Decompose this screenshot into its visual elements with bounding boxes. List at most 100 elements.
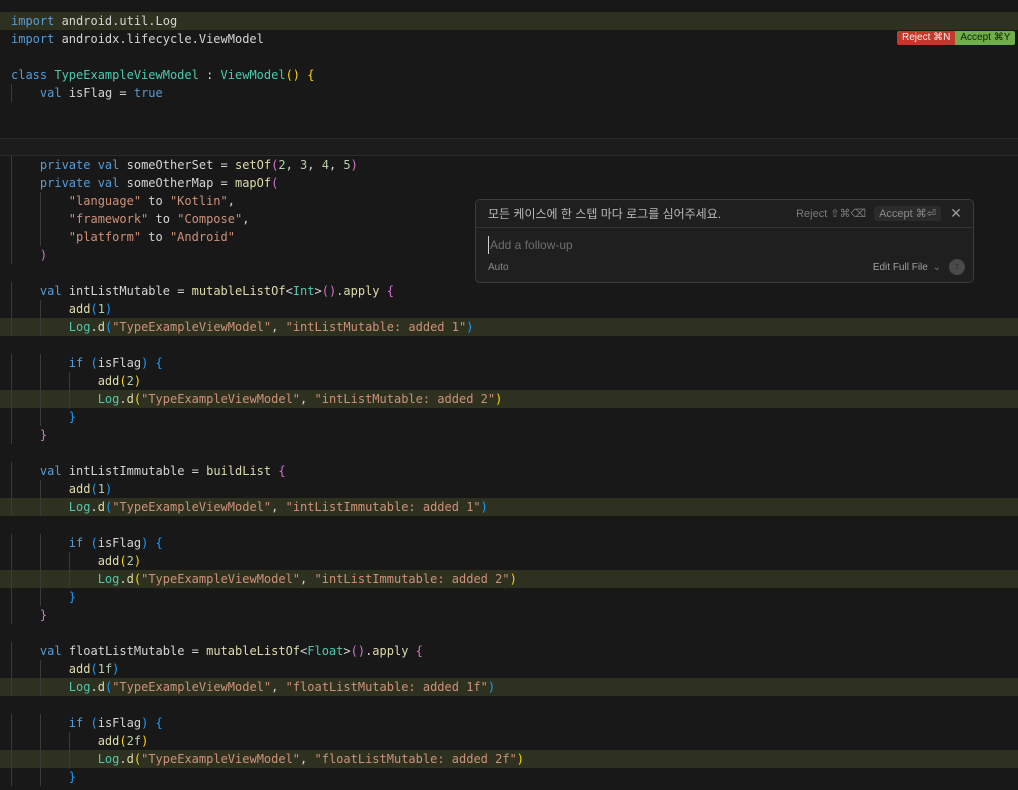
edit-scope-dropdown[interactable]: Edit Full File ⌄ [873, 262, 941, 273]
code-token: intListImmutable = [61, 464, 207, 478]
indent-guide [11, 408, 12, 426]
code-token: ( [90, 302, 98, 316]
indent-guide [11, 480, 12, 498]
code-token: ) [466, 320, 474, 334]
code-token: floatListMutable = [61, 644, 207, 658]
indent-guide [39, 228, 41, 246]
code-token: { [307, 68, 315, 82]
indent-guide [68, 732, 70, 750]
code-line: add(1) [0, 480, 1018, 498]
code-token: ) [133, 374, 142, 388]
code-token: "Compose" [177, 212, 243, 226]
mode-selector[interactable]: Auto [488, 262, 873, 273]
indent-guide [11, 228, 12, 246]
code-editor[interactable]: import android.util.Log import androidx.l… [0, 12, 1018, 786]
code-line: } [0, 768, 1018, 786]
indent-guide [39, 678, 41, 696]
code-token: private val [39, 158, 120, 172]
code-token: "language" [68, 194, 142, 208]
code-token: 1 [97, 482, 105, 496]
indent-guide [68, 750, 70, 768]
code-token: , [300, 572, 315, 586]
code-token: d [126, 572, 134, 586]
code-token: val [39, 464, 62, 478]
code-token: Log [68, 680, 91, 694]
code-token: Log [97, 392, 120, 406]
code-token: 2 [126, 374, 134, 388]
code-token: < [285, 284, 293, 298]
indent-guide [39, 534, 41, 552]
reject-change-button[interactable]: Reject ⌘N [897, 31, 956, 45]
code-line [0, 138, 1018, 156]
code-token: val [39, 86, 62, 100]
code-line-added: Log.d("TypeExampleViewModel", "intListIm… [0, 498, 1018, 516]
code-line: import androidx.lifecycle.ViewModel [0, 30, 1018, 48]
code-token: { [155, 536, 163, 550]
code-token: "intListMutable: added 1" [285, 320, 467, 334]
indent-guide [11, 678, 12, 696]
indent-guide [11, 372, 12, 390]
code-token: import [11, 14, 55, 28]
code-line: add(1f) [0, 660, 1018, 678]
code-token: if [68, 536, 84, 550]
prompt-footer: Auto Edit Full File ⌄ ↑ [488, 259, 965, 275]
code-token: Log [97, 752, 120, 766]
code-token: () [285, 68, 301, 82]
code-token: , [271, 320, 286, 334]
code-token: { [155, 356, 163, 370]
code-token: "floatListMutable: added 2f" [314, 752, 517, 766]
code-token: add [97, 554, 120, 568]
indent-guide [11, 156, 12, 174]
code-token: d [97, 680, 105, 694]
code-token: apply [372, 644, 409, 658]
prompt-accept-button[interactable]: Accept ⌘⏎ [874, 206, 941, 221]
indent-guide [11, 354, 12, 372]
prompt-header: 모든 케이스에 한 스텝 마다 로그를 심어주세요. Reject ⇧⌘⌫ Ac… [476, 200, 973, 228]
indent-guide [11, 714, 12, 732]
code-token: Float [307, 644, 344, 658]
indent-guide [11, 246, 12, 264]
code-token: someOtherMap = [119, 176, 235, 190]
indent-guide [39, 210, 41, 228]
prompt-reject-button[interactable]: Reject ⇧⌘⌫ [796, 207, 866, 220]
accept-change-button[interactable]: Accept ⌘Y [955, 31, 1016, 45]
code-token: to [141, 194, 170, 208]
code-token: "Kotlin" [169, 194, 228, 208]
code-token: android.util.Log [54, 14, 178, 28]
code-token: "platform" [68, 230, 142, 244]
code-token: () [321, 284, 337, 298]
code-token: private val [39, 176, 120, 190]
followup-input[interactable] [488, 236, 960, 254]
indent-guide [39, 768, 41, 786]
code-token: d [126, 392, 134, 406]
indent-guide [11, 318, 12, 336]
code-token: if [68, 716, 84, 730]
code-line-added: Log.d("TypeExampleViewModel", "intListMu… [0, 318, 1018, 336]
code-token: true [133, 86, 163, 100]
code-token: } [68, 410, 77, 424]
code-token: ( [90, 356, 98, 370]
indent-guide [68, 372, 70, 390]
arrow-up-icon[interactable]: ↑ [949, 259, 965, 275]
close-icon[interactable]: ✕ [949, 205, 963, 222]
code-token: to [148, 212, 178, 226]
code-token: add [68, 662, 91, 676]
indent-guide [39, 372, 41, 390]
code-token: "framework" [68, 212, 149, 226]
indent-guide [39, 480, 41, 498]
code-token: mapOf [234, 176, 272, 190]
code-token: . [119, 392, 127, 406]
indent-guide [39, 714, 41, 732]
code-line: class TypeExampleViewModel : ViewModel()… [0, 66, 1018, 84]
code-token: 5 [343, 158, 351, 172]
code-token: Int [292, 284, 315, 298]
indent-guide [39, 390, 41, 408]
indent-guide [39, 552, 41, 570]
code-token: 4 [321, 158, 329, 172]
code-token: "TypeExampleViewModel" [141, 572, 301, 586]
indent-guide [39, 498, 41, 516]
code-line: private val someOtherSet = setOf(2, 3, 4… [0, 156, 1018, 174]
